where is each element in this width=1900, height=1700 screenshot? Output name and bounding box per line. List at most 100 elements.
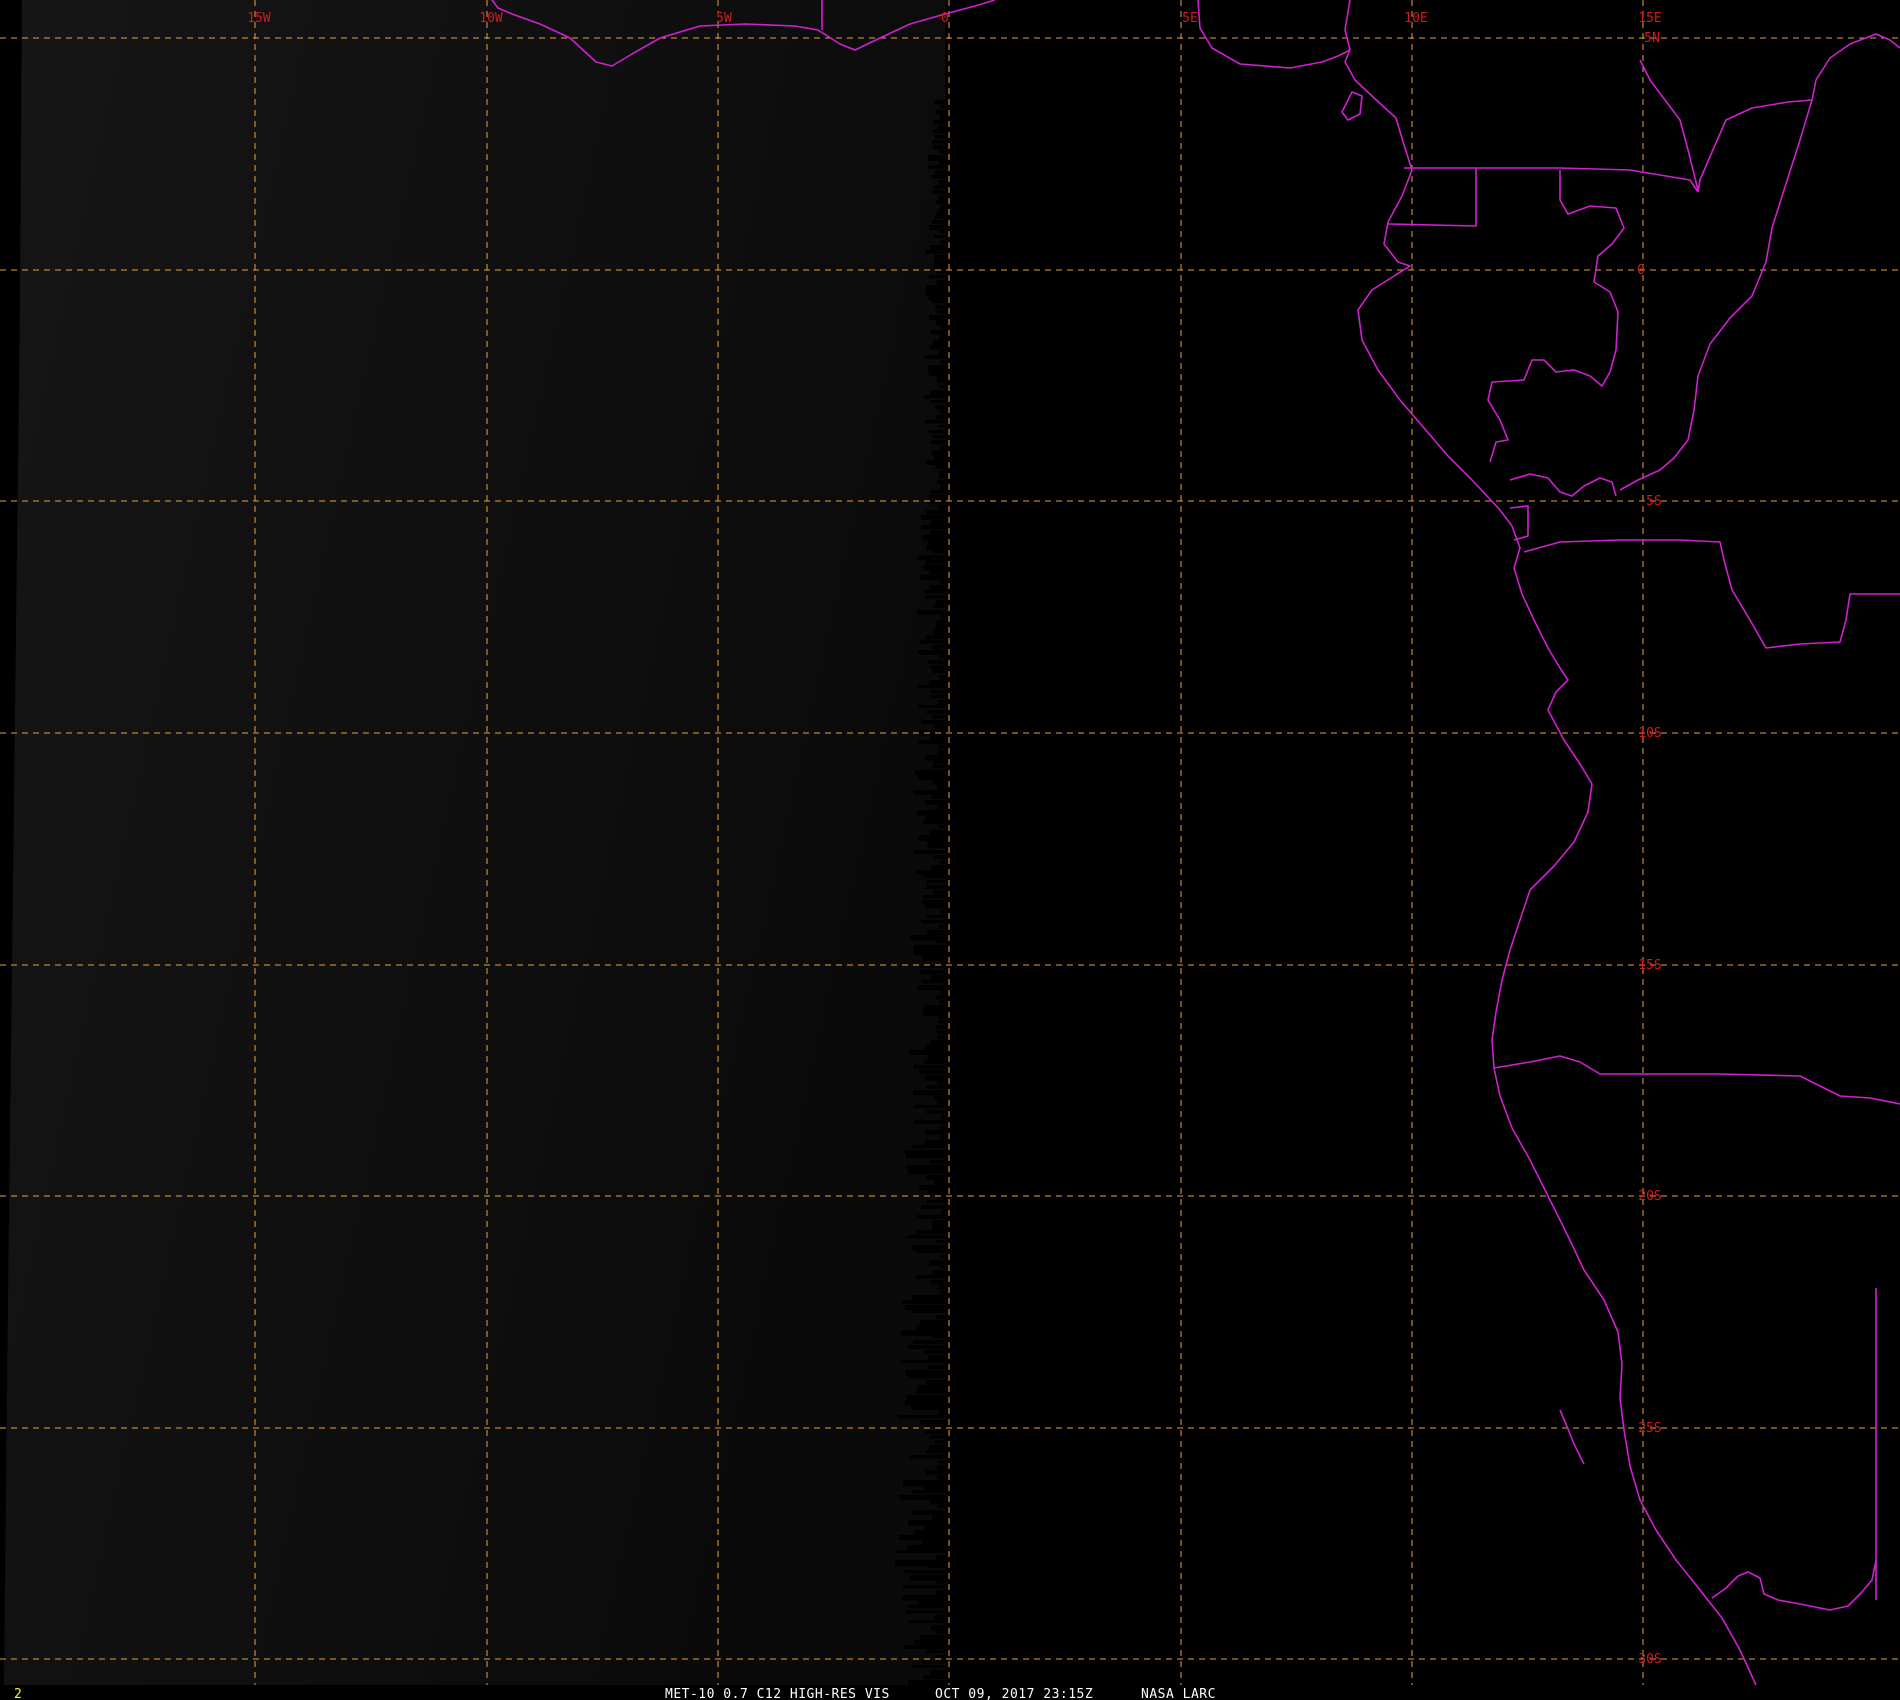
lon-label-5e: 5E — [1182, 11, 1198, 26]
terminator-scan-segment — [939, 1000, 945, 1004]
terminator-scan-segment — [921, 720, 945, 725]
lon-label-15e: 15E — [1638, 11, 1661, 26]
lat-label-20s: 20S — [1638, 1189, 1661, 1204]
source-label: NASA LARC — [1141, 1687, 1216, 1700]
terminator-scan-segment — [924, 875, 945, 879]
terminator-scan-segment — [932, 670, 945, 674]
terminator-scan-segment — [923, 565, 945, 571]
terminator-scan-segment — [911, 1245, 945, 1251]
terminator-scan-segment — [939, 1290, 945, 1295]
terminator-scan-segment — [935, 1590, 945, 1596]
terminator-scan-segment — [931, 975, 945, 981]
terminator-scan-segment — [936, 1465, 945, 1470]
terminator-scan-segment — [936, 270, 945, 274]
border-drc-congo-east — [1619, 99, 1813, 491]
terminator-scan-segment — [937, 1475, 945, 1480]
terminator-scan-segment — [932, 1515, 945, 1521]
terminator-scan-segment — [939, 160, 945, 165]
border-nigeria-cameroon — [1344, 0, 1397, 119]
lat-label-30s: 30S — [1638, 1652, 1661, 1667]
terminator-scan-segment — [929, 570, 945, 575]
lat-label-15s: 15S — [1638, 958, 1661, 973]
terminator-scan-segment — [920, 1635, 945, 1641]
terminator-scan-segment — [932, 435, 945, 439]
lat-label-5n: 5N — [1644, 31, 1660, 46]
terminator-scan-segment — [933, 255, 945, 260]
terminator-scan-segment — [935, 110, 945, 115]
terminator-scan-segment — [926, 1470, 945, 1475]
terminator-scan-segment — [917, 610, 945, 615]
terminator-scan-segment — [935, 170, 945, 175]
terminator-scan-segment — [916, 1230, 945, 1235]
terminator-scan-segment — [938, 1020, 945, 1024]
terminator-scan-segment — [937, 425, 945, 429]
terminator-scan-segment — [930, 330, 945, 335]
terminator-scan-segment — [908, 1520, 945, 1526]
terminator-scan-segment — [937, 785, 945, 791]
terminator-scan-segment — [926, 1085, 945, 1089]
terminator-scan-segment — [933, 630, 945, 636]
bioko-island — [1341, 91, 1363, 121]
terminator-scan-segment — [913, 1065, 945, 1069]
terminator-scan-segment — [927, 165, 945, 169]
lon-label-10w: 10W — [479, 11, 503, 26]
terminator-scan-segment — [906, 1165, 945, 1171]
terminator-scan-segment — [908, 1680, 945, 1686]
terminator-scan-segment — [928, 275, 945, 279]
terminator-scan-segment — [931, 450, 945, 456]
terminator-scan-segment — [931, 765, 945, 769]
terminator-scan-segment — [928, 430, 945, 434]
terminator-scan-segment — [933, 1095, 945, 1101]
terminator-scan-segment — [935, 305, 945, 310]
terminator-scan-segment — [940, 990, 945, 994]
terminator-scan-segment — [935, 1240, 945, 1244]
terminator-scan-segment — [897, 1415, 945, 1419]
border-cabinda — [1509, 473, 1617, 497]
terminator-scan-segment — [926, 710, 945, 714]
terminator-scan-segment — [936, 600, 945, 605]
terminator-scan-segment — [926, 545, 945, 551]
terminator-scan-segment — [927, 1365, 945, 1369]
terminator-scan-segment — [923, 1010, 945, 1016]
satellite-map: 15W 10W 5W 0 5E 10E 15E 5N 0 5S 10S 15S … — [0, 0, 1900, 1700]
terminator-scan-segment — [926, 1200, 945, 1204]
terminator-scan-segment — [930, 550, 945, 554]
terminator-scan-segment — [919, 1070, 945, 1075]
terminator-scan-segment — [908, 1620, 945, 1624]
terminator-scan-segment — [899, 1495, 945, 1500]
terminator-scan-segment — [931, 440, 945, 445]
terminator-scan-segment — [925, 590, 945, 594]
terminator-scan-segment — [919, 1185, 945, 1190]
terminator-scan-segment — [932, 130, 945, 134]
terminator-scan-segment — [931, 400, 945, 404]
terminator-scan-segment — [936, 320, 945, 326]
terminator-scan-segment — [936, 1555, 945, 1560]
terminator-scan-segment — [922, 1540, 945, 1546]
terminator-scan-segment — [925, 905, 945, 909]
terminator-scan-segment — [931, 1335, 945, 1339]
terminator-scan-segment — [924, 1045, 945, 1050]
terminator-scan-segment — [936, 620, 945, 625]
terminator-scan-segment — [933, 780, 945, 785]
terminator-scan-segment — [916, 1275, 945, 1279]
terminator-scan-segment — [935, 1315, 945, 1319]
terminator-scan-segment — [898, 1535, 945, 1541]
terminator-scan-segment — [900, 1330, 945, 1336]
terminator-scan-segment — [916, 810, 945, 816]
terminator-scan-segment — [908, 1170, 945, 1175]
terminator-scan-segment — [933, 605, 945, 609]
terminator-scan-segment — [911, 1510, 945, 1515]
terminator-scan-segment — [902, 1300, 945, 1304]
terminator-scan-segment — [918, 1600, 945, 1605]
terminator-scan-segment — [940, 240, 945, 245]
terminator-scan-segment — [928, 1445, 945, 1450]
terminator-scan-segment — [926, 885, 945, 889]
terminator-scan-segment — [904, 1400, 945, 1406]
nigeria-cameroon-coast — [1197, 0, 1351, 69]
terminator-scan-segment — [937, 750, 945, 756]
terminator-scan-segment — [924, 595, 945, 599]
terminator-scan-segment — [907, 1345, 945, 1350]
terminator-scan-segment — [937, 1035, 945, 1040]
frame-number: 2 — [14, 1687, 22, 1700]
terminator-scan-segment — [933, 265, 945, 270]
